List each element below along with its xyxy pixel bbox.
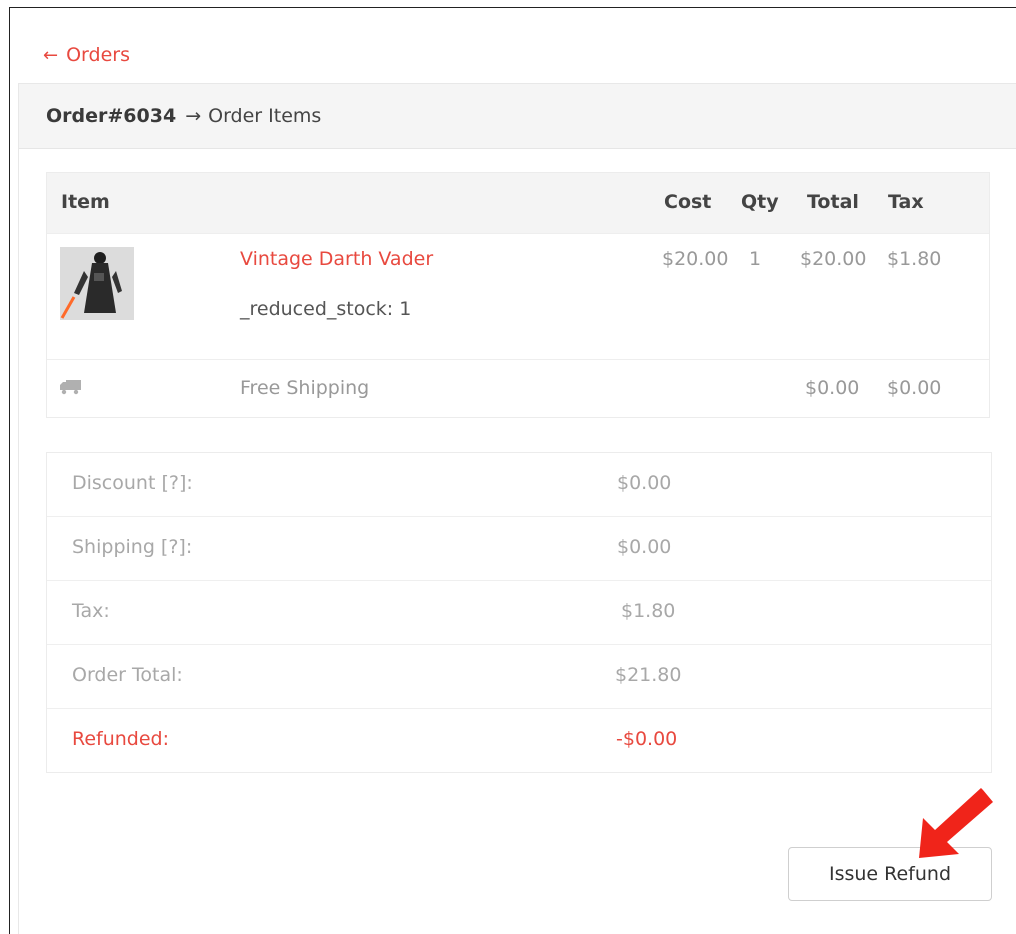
order-items-table: Item Cost Qty Total Tax Vintage Darth Va… xyxy=(46,172,990,418)
annotation-arrow-icon xyxy=(919,788,993,858)
totals-row-tax: Tax: $1.80 xyxy=(47,580,991,644)
refunded-label: Refunded: xyxy=(72,728,170,750)
shipping-label: Free Shipping xyxy=(240,377,370,399)
totals-row-shipping: Shipping [?]: $0.00 xyxy=(47,516,991,580)
product-thumbnail[interactable] xyxy=(60,247,134,320)
product-meta: _reduced_stock: 1 xyxy=(240,298,412,320)
order-total-value: $21.80 xyxy=(615,664,682,686)
totals-row-order-total: Order Total: $21.80 xyxy=(47,644,991,708)
product-name-link[interactable]: Vintage Darth Vader xyxy=(240,248,433,270)
back-to-orders-link[interactable]: ← Orders xyxy=(43,44,130,66)
table-row: Vintage Darth Vader _reduced_stock: 1 $2… xyxy=(47,233,989,359)
col-tax: Tax xyxy=(888,191,924,213)
col-cost: Cost xyxy=(664,191,712,213)
totals-row-refunded: Refunded: -$0.00 xyxy=(47,708,991,772)
col-qty: Qty xyxy=(741,191,779,213)
product-tax: $1.80 xyxy=(887,248,942,270)
shipping-total: $0.00 xyxy=(805,377,860,399)
table-row: Free Shipping $0.00 $0.00 xyxy=(47,359,989,417)
section-title: Order Items xyxy=(208,105,322,127)
discount-value: $0.00 xyxy=(617,472,672,494)
shipping-total-label: Shipping [?]: xyxy=(72,536,193,558)
shipping-total-value: $0.00 xyxy=(617,536,672,558)
tax-label: Tax: xyxy=(72,600,110,622)
back-link-label: Orders xyxy=(66,44,130,66)
back-arrow-icon: ← xyxy=(43,44,59,66)
col-item: Item xyxy=(61,191,110,213)
order-total-label: Order Total: xyxy=(72,664,183,686)
breadcrumb-separator: → xyxy=(185,105,202,127)
product-cost: $20.00 xyxy=(662,248,729,270)
totals-row-discount: Discount [?]: $0.00 xyxy=(47,453,991,516)
order-number: Order#6034 xyxy=(46,105,177,127)
product-qty: 1 xyxy=(749,248,762,270)
col-total: Total xyxy=(807,191,859,213)
tax-value: $1.80 xyxy=(621,600,676,622)
darth-vader-figure-thumbnail xyxy=(60,247,134,320)
product-total: $20.00 xyxy=(800,248,867,270)
shipping-tax: $0.00 xyxy=(887,377,942,399)
table-header: Item Cost Qty Total Tax xyxy=(47,173,989,233)
refunded-value: -$0.00 xyxy=(616,728,678,750)
order-totals: Discount [?]: $0.00 Shipping [?]: $0.00 … xyxy=(46,452,992,773)
discount-label: Discount [?]: xyxy=(72,472,193,494)
truck-icon xyxy=(60,378,82,400)
panel-header: Order#6034 → Order Items xyxy=(19,84,1016,149)
